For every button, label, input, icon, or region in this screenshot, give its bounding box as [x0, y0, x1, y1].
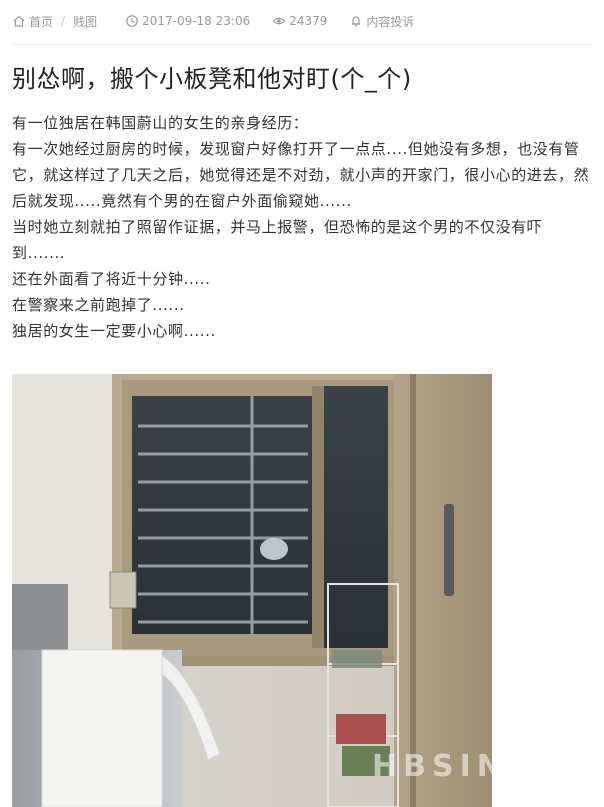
article-paragraph: 在警察来之前跑掉了...... [12, 296, 185, 314]
article-paragraph: 当时她立刻就拍了照留作证据，并马上报警，但恐怖的是这个男的不仅没有吓到.....… [12, 218, 543, 262]
article-paragraph: 还在外面看了将近十分钟..... [12, 270, 211, 288]
publish-date: 2017-09-18 23:06 [125, 14, 250, 28]
breadcrumb-separator: / [61, 14, 66, 28]
article-meta-bar: 首页 / 贱图 2017-09-18 23:06 24379 内容投诉 [12, 10, 592, 32]
article-paragraph: 独居的女生一定要小心啊...... [12, 322, 216, 340]
meta-divider [12, 44, 592, 45]
article-paragraph: 有一次她经过厨房的时候，发现窗户好像打开了一点点....但她没有多想，也没有管它… [12, 140, 590, 210]
article-title: 别怂啊，搬个小板凳和他对盯(个_个) [12, 65, 412, 93]
article-paragraph: 有一位独居在韩国蔚山的女生的亲身经历： [12, 114, 309, 132]
article-body: 有一位独居在韩国蔚山的女生的亲身经历： 有一次她经过厨房的时候，发现窗户好像打开… [12, 110, 594, 344]
publish-date-text: 2017-09-18 23:06 [142, 14, 251, 28]
home-icon [12, 14, 26, 28]
eye-icon [272, 14, 286, 28]
report-content-label: 内容投诉 [366, 14, 415, 29]
breadcrumb-home-link[interactable]: 首页 [12, 13, 53, 30]
photo-watermark: HBSING [372, 749, 492, 784]
clock-icon [125, 14, 139, 28]
report-content-link[interactable]: 内容投诉 [349, 13, 414, 30]
breadcrumb-category-label: 贱图 [73, 14, 98, 29]
view-count: 24379 [272, 14, 327, 28]
article-photo: HBSING [12, 374, 492, 807]
view-count-text: 24379 [289, 14, 328, 28]
breadcrumb-home-label: 首页 [29, 14, 54, 29]
bell-icon [349, 14, 363, 28]
breadcrumb-category-link[interactable]: 贱图 [73, 13, 97, 30]
